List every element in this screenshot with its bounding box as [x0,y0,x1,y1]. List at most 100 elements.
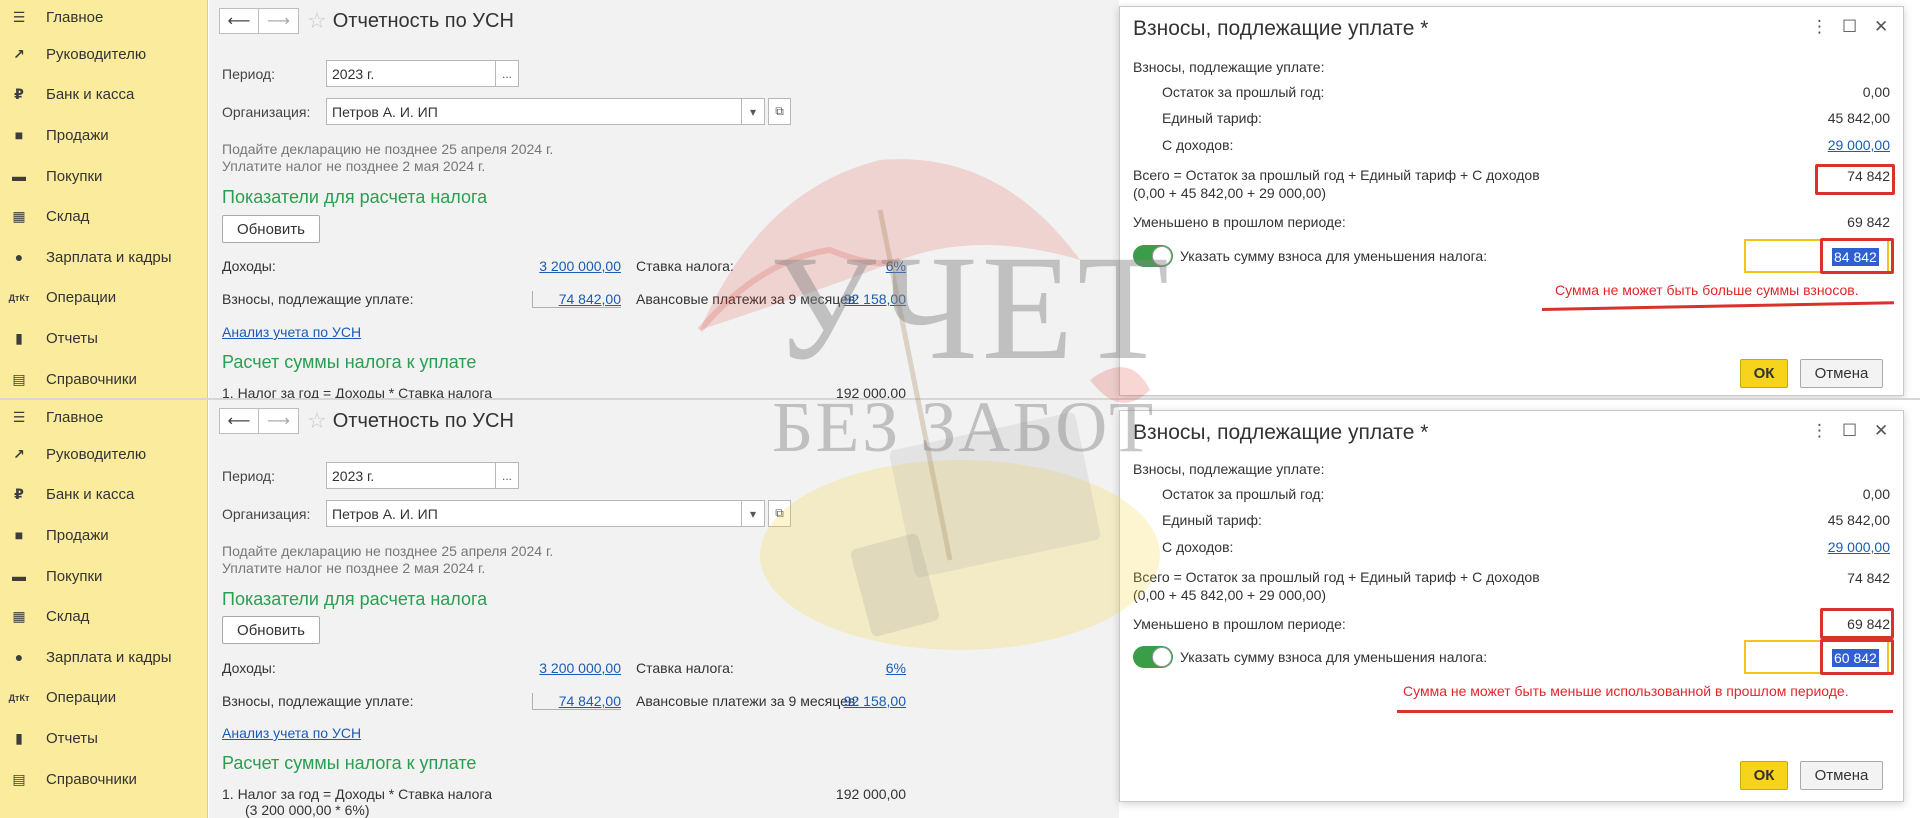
error-message: Сумма не может быть меньше использованно… [1403,683,1849,699]
sidebar-item-manager[interactable]: ↗ Руководителю [0,434,207,475]
rate-label: Ставка налога: [636,660,734,676]
income-label: Доходы: [222,258,276,274]
sidebar-item-manager[interactable]: ↗ Руководителю [0,34,207,75]
sidebar-item-purchases[interactable]: ▬ Покупки [0,556,207,597]
org-open-button[interactable]: ⧉ [768,500,791,527]
arrow-right-icon: ⟶ [267,413,290,430]
forward-button[interactable]: ⟶ [259,8,299,34]
period-field[interactable]: 2023 г. [326,60,496,87]
sidebar-item-catalogs[interactable]: ▤ Справочники [0,759,207,800]
sidebar-item-operations[interactable]: ДтКт Операции [0,278,207,319]
specify-amount-toggle[interactable] [1133,245,1173,267]
sidebar-item-sales[interactable]: ■ Продажи [0,515,207,556]
close-icon[interactable]: ✕ [1874,421,1888,441]
deadline-note-payment: Уплатите налог не позднее 2 мая 2024 г. [222,560,486,576]
more-icon[interactable]: ⋮ [1811,421,1828,441]
sidebar-item-bank[interactable]: ₽ Банк и касса [0,475,207,516]
sidebar-item-reports[interactable]: ▮ Отчеты [0,318,207,359]
reduced-value: 69 842 [1847,214,1890,230]
refresh-button[interactable]: Обновить [222,616,320,644]
sidebar-item-warehouse[interactable]: ▦ Склад [0,596,207,637]
bag-icon: ■ [14,127,24,144]
forward-button[interactable]: ⟶ [259,408,299,434]
calc-heading: Расчет суммы налога к уплате [222,753,477,773]
back-button[interactable]: ⟵ [219,408,259,434]
sidebar-item-main[interactable]: ☰ Главное [0,400,207,434]
sidebar-item-operations[interactable]: ДтКт Операции [0,678,207,719]
cancel-button[interactable]: Отмена [1800,761,1883,790]
sidebar-item-salary[interactable]: ● Зарплата и кадры [0,637,207,678]
ok-button[interactable]: ОК [1740,359,1788,388]
maximize-icon[interactable]: ☐ [1842,421,1857,441]
sidebar-item-warehouse[interactable]: ▦ Склад [0,196,207,237]
prev-balance-label: Остаток за прошлый год: [1162,84,1325,100]
arrow-right-icon: ⟶ [267,13,290,30]
more-icon[interactable]: ⋮ [1811,17,1828,37]
sidebar-item-purchases[interactable]: ▬ Покупки [0,156,207,197]
sidebar-item-reports[interactable]: ▮ Отчеты [0,718,207,759]
period-field[interactable]: 2023 г. [326,462,496,489]
back-button[interactable]: ⟵ [219,8,259,34]
income-value-link[interactable]: 29 000,00 [1740,137,1890,153]
open-link-icon: ⧉ [775,506,784,520]
close-icon[interactable]: ✕ [1874,17,1888,37]
sidebar: ☰ Главное ↗ Руководителю ₽ Банк и касса ■ Пр… [0,400,208,818]
calc-heading: Расчет суммы налога к уплате [222,352,477,372]
calc-line-1-value: 192 000,00 [835,385,906,398]
period-select-button[interactable]: ... [496,462,519,489]
usn-analysis-link[interactable]: Анализ учета по УСН [222,324,361,340]
calc-line-1: 1. Налог за год = Доходы * Ставка налога [222,786,493,802]
book-icon: ▤ [12,770,26,787]
sidebar-item-main[interactable]: ☰ Главное [0,0,207,34]
dialog-title: Взносы, подлежащие уплате * [1133,17,1429,40]
usn-analysis-link[interactable]: Анализ учета по УСН [222,725,361,741]
cancel-button[interactable]: Отмена [1800,359,1883,388]
specify-amount-toggle[interactable] [1133,646,1173,668]
contributions-label: Взносы, подлежащие уплате: [222,693,414,709]
page-title: Отчетность по УСН [332,9,514,32]
income-value-link[interactable]: 29 000,00 [1740,539,1890,555]
deadline-note-payment: Уплатите налог не позднее 2 мая 2024 г. [222,158,486,174]
menu-icon: ☰ [12,8,26,25]
bar-chart-icon: ▮ [15,329,23,346]
sidebar-item-catalogs[interactable]: ▤ Справочники [0,359,207,398]
rate-value-link[interactable]: 6% [849,660,906,676]
contributions-label: Взносы, подлежащие уплате: [222,291,414,307]
tariff-value: 45 842,00 [1827,110,1890,126]
contributions-value-link[interactable]: 74 842,00 [532,291,621,308]
maximize-icon[interactable]: ☐ [1842,17,1857,37]
income-value-link[interactable]: 3 200 000,00 [509,660,621,676]
advance-value-link[interactable]: 92 158,00 [819,693,906,709]
org-dropdown-button[interactable]: ▾ [742,98,765,125]
cart-icon: ▬ [12,168,26,185]
ok-button[interactable]: ОК [1740,761,1788,790]
favorite-star-icon[interactable]: ☆ [307,408,327,434]
sidebar-item-bank[interactable]: ₽ Банк и касса [0,75,207,116]
refresh-button[interactable]: Обновить [222,215,320,243]
income-value-link[interactable]: 3 200 000,00 [509,258,621,274]
advance-value-link[interactable]: 92 158,00 [819,291,906,307]
rate-value-link[interactable]: 6% [849,258,906,274]
reduced-label: Уменьшено в прошлом периоде: [1133,616,1346,632]
error-underline [1397,710,1893,713]
org-dropdown-button[interactable]: ▾ [742,500,765,527]
error-message: Сумма не может быть больше суммы взносов… [1555,282,1859,298]
sidebar-item-salary[interactable]: ● Зарплата и кадры [0,237,207,278]
calc-line-1: 1. Налог за год = Доходы * Ставка налога [222,385,493,398]
deadline-note-declaration: Подайте декларацию не позднее 25 апреля … [222,141,554,157]
deadline-note-declaration: Подайте декларацию не позднее 25 апреля … [222,543,554,559]
contributions-value-link[interactable]: 74 842,00 [532,693,621,710]
total-formula: (0,00 + 45 842,00 + 29 000,00) [1133,587,1327,603]
toolbar: ⟵ ⟶ ☆ Отчетность по УСН [219,408,514,434]
org-open-button[interactable]: ⧉ [768,98,791,125]
sidebar-item-sales[interactable]: ■ Продажи [0,115,207,156]
period-select-button[interactable]: ... [496,60,519,87]
open-link-icon: ⧉ [775,104,784,118]
trend-icon: ↗ [13,445,25,462]
cart-icon: ▬ [12,568,26,585]
org-field[interactable]: Петров А. И. ИП [326,500,742,527]
favorite-star-icon[interactable]: ☆ [307,8,327,34]
org-field[interactable]: Петров А. И. ИП [326,98,742,125]
trend-icon: ↗ [13,45,25,62]
rate-label: Ставка налога: [636,258,734,274]
